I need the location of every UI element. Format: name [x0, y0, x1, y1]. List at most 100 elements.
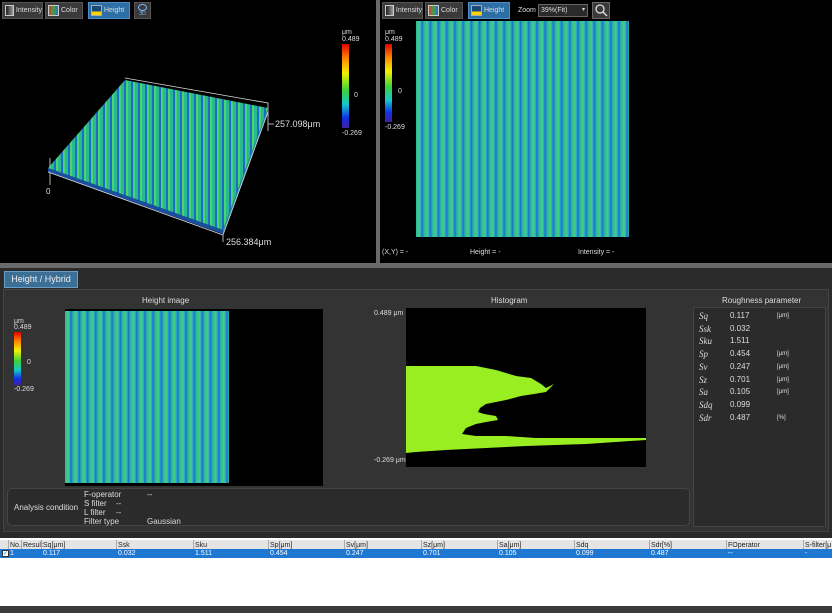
roughness-value: 0.454: [730, 349, 751, 359]
roughness-value: 0.487: [730, 412, 751, 422]
results-header-cell[interactable]: Sdr[%]: [651, 542, 672, 549]
height-image-title: Height image: [142, 296, 190, 305]
intensity-button-2d[interactable]: Intensity: [382, 2, 423, 19]
roughness-name: Sdq: [699, 399, 713, 410]
histogram-chart[interactable]: [406, 308, 646, 467]
bottom-border: [0, 606, 832, 613]
3d-colorbar-unit: μm: [342, 29, 352, 36]
results-header-cell[interactable]: Sv[μm]: [346, 542, 368, 549]
2d-colorbar-min: -0.269: [385, 124, 405, 131]
results-column-separator[interactable]: [803, 540, 804, 549]
roughness-name: Sa: [699, 387, 708, 398]
s-filter-label: S filter: [84, 499, 107, 508]
color-label: Color: [441, 7, 458, 14]
3d-origin-label: 0: [46, 187, 51, 196]
3d-x-extent-label: 256.384μm: [226, 237, 272, 247]
results-cell: --: [728, 550, 733, 557]
roughness-row-sq: Sq 0.117 [μm]: [699, 311, 819, 323]
results-cell: 0.105: [499, 550, 517, 557]
results-header-cell[interactable]: Sdq: [576, 542, 588, 549]
roughness-value: 0.701: [730, 374, 751, 384]
roughness-value: 0.105: [730, 387, 751, 397]
results-cell: 0.454: [270, 550, 288, 557]
results-column-separator[interactable]: [41, 540, 42, 549]
color-icon: [428, 5, 439, 16]
height-button-2d[interactable]: Height: [468, 2, 510, 19]
height-image-canvas[interactable]: [65, 309, 323, 486]
height-image-colorbar-min: -0.269: [14, 386, 34, 393]
results-column-separator[interactable]: [497, 540, 498, 549]
results-header-cell[interactable]: No.: [10, 542, 21, 549]
results-column-separator[interactable]: [421, 540, 422, 549]
filter-type-value: Gaussian: [147, 517, 181, 526]
roughness-unit: [μm]: [777, 376, 789, 383]
results-header-cell[interactable]: FOperator: [728, 542, 760, 549]
intensity-label: Intensity: [395, 7, 422, 14]
results-column-separator[interactable]: [268, 540, 269, 549]
results-column-separator[interactable]: [726, 540, 727, 549]
tab-label: Height / Hybrid: [11, 274, 71, 284]
height-image-map: [65, 311, 229, 483]
roughness-unit: [μm]: [777, 313, 789, 319]
results-column-separator[interactable]: [193, 540, 194, 549]
results-cell: 0.701: [423, 550, 441, 557]
height-readout: Height = -: [470, 249, 501, 256]
f-operator-label: F-operator: [84, 490, 122, 499]
roughness-row-sz: Sz 0.701 [μm]: [699, 375, 819, 387]
roughness-name: Sp: [699, 349, 708, 360]
results-column-separator[interactable]: [21, 540, 22, 549]
results-header-cell[interactable]: Sq[μm]: [43, 542, 65, 549]
results-header-cell[interactable]: Result: [23, 542, 43, 549]
roughness-name: Sz: [699, 374, 708, 385]
color-button-2d[interactable]: Color: [425, 2, 463, 19]
roughness-value: 0.247: [730, 361, 751, 371]
results-header-cell[interactable]: Ssk: [118, 542, 130, 549]
row-checkbox[interactable]: ✓: [2, 550, 9, 557]
roughness-unit: [μm]: [777, 389, 789, 396]
2d-height-map[interactable]: [416, 21, 629, 237]
histogram-title: Histogram: [491, 296, 528, 305]
results-column-separator[interactable]: [574, 540, 575, 549]
results-header-cell[interactable]: Sz[μm]: [423, 542, 445, 549]
s-filter-value: --: [116, 499, 122, 508]
results-cell: 0.117: [43, 550, 60, 557]
roughness-row-sdq: Sdq 0.099: [699, 400, 819, 412]
results-column-separator[interactable]: [8, 540, 9, 549]
l-filter-label: L filter: [84, 508, 106, 517]
results-cell: 1: [10, 550, 14, 557]
roughness-unit: [μm]: [777, 363, 789, 370]
zoom-select[interactable]: 39%(Fit) ▾: [538, 4, 588, 17]
zoom-label: Zoom: [518, 7, 536, 14]
results-column-separator[interactable]: [649, 540, 650, 549]
results-header-cell[interactable]: Sp[μm]: [270, 542, 292, 549]
magnifier-button[interactable]: [592, 2, 610, 19]
results-header-cell[interactable]: Sku: [195, 542, 207, 549]
roughness-name: Sdr: [699, 412, 712, 423]
analysis-condition-label: Analysis condition: [14, 503, 79, 512]
results-cell: -: [805, 550, 808, 557]
tab-height-hybrid[interactable]: Height / Hybrid: [4, 271, 78, 288]
roughness-name: Sku: [699, 336, 712, 347]
histogram-top-label: 0.489 μm: [374, 310, 404, 317]
height-image-colorbar-zero: 0: [27, 359, 31, 366]
histogram-bottom-label: -0.269 μm: [374, 457, 406, 464]
roughness-row-ssk: Ssk 0.032: [699, 324, 819, 336]
3d-colorbar-max: 0.489: [342, 36, 360, 43]
l-filter-value: --: [116, 508, 122, 517]
roughness-row-sa: Sa 0.105 [μm]: [699, 387, 819, 399]
2d-colorbar-unit: μm: [385, 29, 395, 36]
roughness-value: 0.099: [730, 399, 751, 409]
results-column-separator[interactable]: [344, 540, 345, 549]
results-header-cell[interactable]: Sa[μm]: [499, 542, 521, 549]
roughness-value: 0.117: [730, 311, 750, 320]
results-header-cell[interactable]: S-filter[μ: [805, 542, 831, 549]
intensity-icon: [385, 5, 394, 16]
3d-y-extent-label: 257.098μm: [275, 119, 321, 129]
3d-surface-plot[interactable]: [0, 0, 376, 263]
roughness-row-sku: Sku 1.511: [699, 336, 819, 348]
roughness-unit: [%]: [777, 414, 786, 421]
f-operator-value: --: [147, 490, 153, 499]
results-column-separator[interactable]: [116, 540, 117, 549]
2d-colorbar-zero: 0: [398, 88, 402, 95]
intensity-readout: Intensity = -: [578, 249, 615, 256]
